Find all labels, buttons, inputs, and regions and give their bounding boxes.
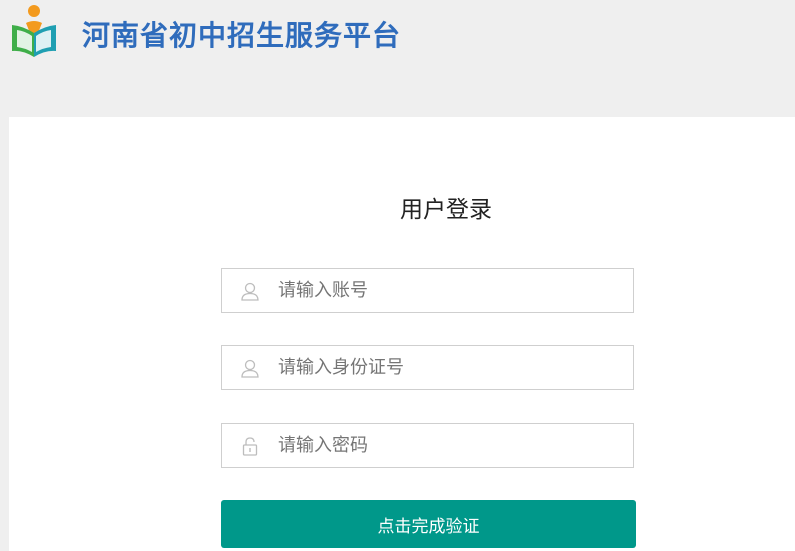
id-number-field[interactable] bbox=[221, 345, 634, 390]
site-title: 河南省初中招生服务平台 bbox=[82, 19, 402, 52]
login-title: 用户登录 bbox=[400, 197, 492, 223]
password-field[interactable] bbox=[221, 423, 634, 468]
verify-button[interactable]: 点击完成验证 bbox=[221, 500, 636, 548]
account-input[interactable] bbox=[278, 269, 618, 312]
id-number-input[interactable] bbox=[278, 346, 618, 389]
account-field[interactable] bbox=[221, 268, 634, 313]
login-panel: 用户登录 点击完成验证 bbox=[9, 117, 795, 551]
lock-icon bbox=[242, 437, 258, 456]
user-icon bbox=[241, 359, 259, 378]
password-input[interactable] bbox=[278, 424, 618, 467]
user-icon bbox=[241, 282, 259, 301]
book-reader-logo bbox=[12, 5, 56, 57]
header: 河南省初中招生服务平台 bbox=[0, 0, 795, 117]
